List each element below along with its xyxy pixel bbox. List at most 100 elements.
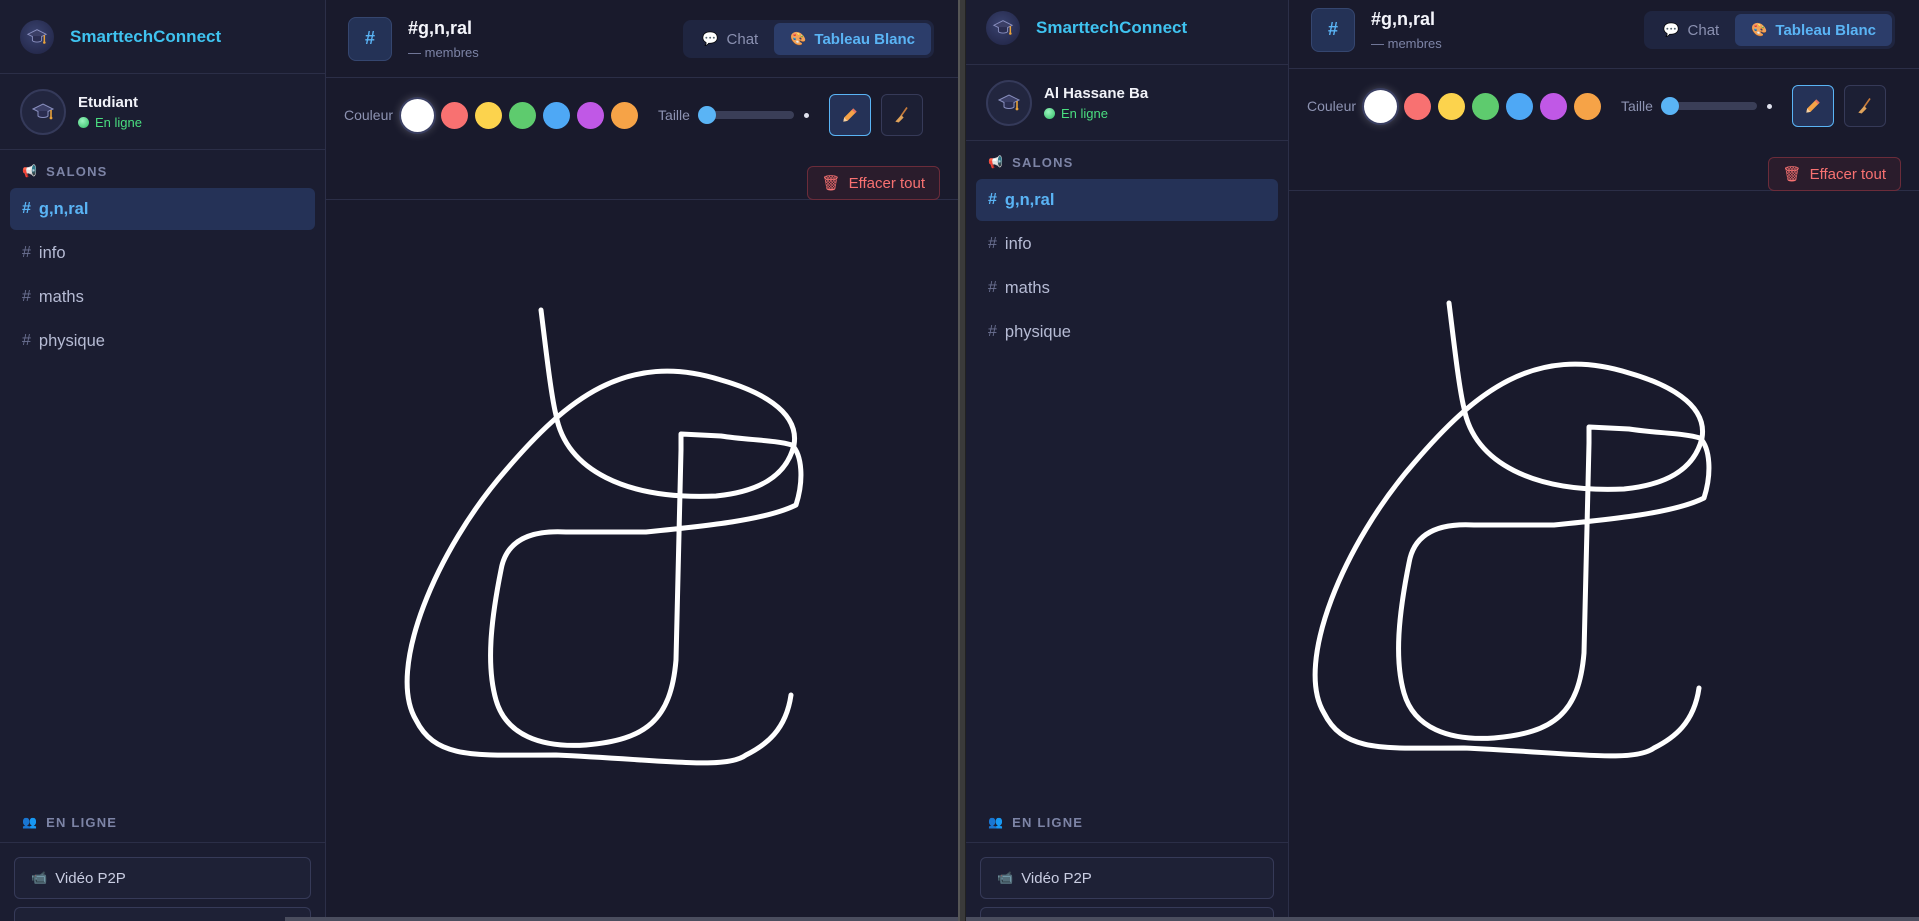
pencil-icon	[1806, 99, 1820, 113]
online-title-label: EN LIGNE	[1012, 814, 1084, 830]
broom-icon	[1858, 98, 1871, 114]
secondary-button[interactable]	[14, 907, 311, 921]
color-swatch-orange[interactable]	[611, 101, 639, 129]
online-dot-icon	[1044, 107, 1055, 119]
tab-chat[interactable]: 💬 Chat	[1647, 14, 1735, 46]
channel-item-general[interactable]: # g,n,ral	[976, 179, 1278, 221]
trash-icon: 🗑	[821, 175, 841, 192]
channel-item-general[interactable]: # g,n,ral	[10, 188, 315, 230]
brand-name: SmarttechConnect	[1036, 17, 1188, 37]
color-swatch-purple[interactable]	[577, 101, 605, 129]
channel-label: physique	[38, 331, 105, 350]
broom-icon	[895, 107, 908, 123]
main-panel: # #g,n,ral — membres 💬 Chat 🎨 Tableau Blan…	[326, 0, 958, 921]
tab-whiteboard[interactable]: 🎨 Tableau Blanc	[1735, 14, 1892, 46]
room-hash-icon: #	[1311, 7, 1355, 52]
megaphone-icon: 📢	[988, 155, 1005, 169]
color-swatch-white[interactable]	[1364, 89, 1398, 123]
video-p2p-button[interactable]: 📹 Vidéo P2P	[14, 857, 311, 899]
clear-all-button[interactable]: 🗑 Effacer tout	[806, 166, 940, 200]
color-swatch-yellow[interactable]	[1438, 92, 1466, 120]
hash-icon: #	[988, 323, 997, 340]
salons-section-title: 📢 SALONS	[966, 145, 1288, 179]
user-status: En ligne	[1044, 106, 1148, 121]
main-panel: # #g,n,ral — membres 💬 Chat 🎨 Tableau Blan…	[1289, 0, 1919, 921]
clear-all-label: Effacer tout	[848, 174, 925, 192]
trash-icon: 🗑	[1782, 166, 1802, 183]
brand-header: SmarttechConnect	[966, 0, 1288, 65]
speech-bubble-icon: 💬	[702, 31, 719, 46]
color-swatch-purple[interactable]	[1540, 92, 1568, 120]
tab-chat-label: Chat	[1687, 21, 1720, 39]
user-name: Etudiant	[78, 93, 138, 111]
size-label: Taille	[1621, 98, 1653, 114]
room-title: #g,n,ral	[1371, 8, 1436, 29]
user-status: En ligne	[78, 115, 142, 130]
size-preview-dot	[803, 112, 809, 118]
channel-label: info	[38, 243, 66, 262]
tab-whiteboard-label: Tableau Blanc	[1775, 21, 1876, 39]
color-swatch-blue[interactable]	[543, 101, 571, 129]
clear-all-label: Effacer tout	[1809, 165, 1886, 183]
drawing-stroke	[404, 307, 797, 766]
avatar[interactable]	[20, 88, 66, 135]
online-section-title: 👥 EN LIGNE	[966, 808, 1288, 836]
avatar[interactable]	[986, 79, 1032, 126]
color-swatch-blue[interactable]	[1506, 92, 1534, 120]
size-slider[interactable]	[697, 106, 794, 124]
whiteboard-canvas[interactable]	[326, 200, 958, 921]
tab-whiteboard[interactable]: 🎨 Tableau Blanc	[774, 23, 931, 55]
online-section: 👥 EN LIGNE 📹 Vidéo P2P	[0, 808, 325, 921]
tab-whiteboard-label: Tableau Blanc	[814, 30, 915, 48]
salons-section-title: 📢 SALONS	[0, 154, 325, 188]
window-divider[interactable]	[958, 0, 966, 921]
online-title-label: EN LIGNE	[46, 814, 118, 830]
channel-label: maths	[38, 287, 84, 306]
brand-header: SmarttechConnect	[0, 0, 325, 74]
pencil-tool-button[interactable]	[828, 94, 871, 136]
color-swatch-yellow[interactable]	[475, 101, 503, 129]
room-header: # #g,n,ral — membres 💬 Chat 🎨 Tableau Blan…	[326, 0, 958, 78]
channel-item-info[interactable]: # info	[10, 232, 315, 274]
drawing-stroke	[1312, 300, 1705, 759]
color-swatch-green[interactable]	[1472, 92, 1500, 120]
video-camera-icon: 📹	[997, 870, 1014, 885]
color-swatch-red[interactable]	[1404, 92, 1432, 120]
slider-knob[interactable]	[697, 106, 716, 124]
slider-knob[interactable]	[1660, 97, 1679, 115]
channel-item-physique[interactable]: # physique	[976, 311, 1278, 353]
channel-list: # g,n,ral # info # maths # physique	[0, 188, 325, 364]
channel-label: physique	[1004, 322, 1071, 341]
video-p2p-button[interactable]: 📹 Vidéo P2P	[980, 857, 1274, 899]
eraser-tool-button[interactable]	[1843, 85, 1886, 127]
online-dot-icon	[78, 116, 89, 128]
user-status-label: En ligne	[95, 114, 142, 130]
color-swatch-green[interactable]	[509, 101, 537, 129]
size-slider[interactable]	[1660, 97, 1757, 115]
clear-all-button[interactable]: 🗑 Effacer tout	[1767, 157, 1901, 191]
graduation-cap-icon	[20, 19, 54, 54]
users-icon: 👥	[988, 815, 1005, 829]
color-swatch-orange[interactable]	[1574, 92, 1602, 120]
view-tabs: 💬 Chat 🎨 Tableau Blanc	[1644, 11, 1895, 49]
channel-list: # g,n,ral # info # maths # physique	[966, 179, 1288, 355]
color-swatch-red[interactable]	[441, 101, 469, 129]
channel-item-physique[interactable]: # physique	[10, 320, 315, 362]
drawing-stroke	[488, 431, 804, 748]
drawing-strokes	[404, 307, 804, 766]
channel-item-maths[interactable]: # maths	[976, 267, 1278, 309]
user-panel: Al Hassane Ba En ligne	[966, 65, 1288, 141]
tab-chat[interactable]: 💬 Chat	[686, 23, 774, 55]
pencil-tool-button[interactable]	[1791, 85, 1834, 127]
channel-item-info[interactable]: # info	[976, 223, 1278, 265]
room-members: — membres	[1371, 35, 1442, 51]
color-swatch-white[interactable]	[401, 98, 435, 132]
sidebar: SmarttechConnect Al Hassane Ba En ligne …	[966, 0, 1289, 921]
taskbar-edge	[966, 917, 1919, 921]
taskbar-edge	[285, 917, 958, 921]
hash-icon: #	[22, 332, 31, 349]
eraser-tool-button[interactable]	[880, 94, 923, 136]
channel-item-maths[interactable]: # maths	[10, 276, 315, 318]
screen: SmarttechConnect Etudiant En ligne 📢 SAL…	[0, 0, 1919, 921]
whiteboard-canvas[interactable]	[1289, 191, 1919, 921]
